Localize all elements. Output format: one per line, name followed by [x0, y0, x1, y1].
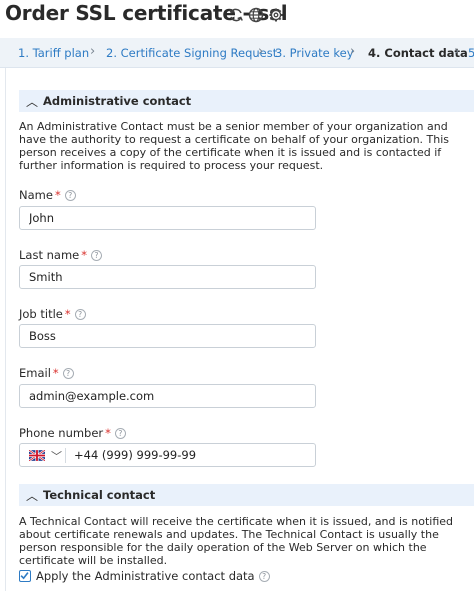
admin-contact-section-header[interactable]: ︿ Administrative contact [19, 90, 474, 112]
phone-number-value[interactable]: +44 (999) 999-99-99 [74, 448, 196, 462]
admin-contact-heading: Administrative contact [43, 94, 192, 108]
page-title: Order SSL certificate - ssl [5, 1, 288, 25]
step-contact-data[interactable]: 4. Contact data [368, 46, 468, 60]
tech-contact-section-header[interactable]: ︿ Technical contact [19, 484, 474, 506]
email-label: Email *? [19, 366, 74, 380]
name-field[interactable] [19, 206, 316, 230]
help-icon[interactable]: ? [64, 190, 76, 201]
step-next[interactable]: 5 [468, 46, 474, 60]
help-icon[interactable]: ? [90, 250, 102, 261]
gear-icon[interactable] [268, 7, 284, 23]
chevron-up-icon: ︿ [26, 489, 39, 503]
help-icon[interactable]: ? [74, 309, 86, 320]
help-icon[interactable]: ? [62, 368, 74, 379]
uk-flag-icon[interactable] [29, 450, 45, 461]
admin-contact-description: An Administrative Contact must be a seni… [19, 120, 450, 172]
steps-navigation: 1. Tariff plan › 2. Certificate Signing … [0, 38, 474, 68]
tech-contact-description: A Technical Contact will receive the cer… [19, 515, 454, 567]
help-icon[interactable]: ? [114, 428, 126, 439]
chevron-right-icon: › [90, 44, 96, 59]
last-name-field[interactable] [19, 265, 316, 289]
job-title-field[interactable] [19, 324, 316, 348]
job-title-label: Job title *? [19, 307, 86, 321]
chevron-right-icon: › [350, 44, 356, 59]
globe-icon[interactable] [248, 7, 264, 23]
phone-field[interactable]: ﹀ +44 (999) 999-99-99 [19, 443, 316, 467]
phone-label: Phone number *? [19, 426, 126, 440]
help-icon[interactable]: ? [258, 571, 270, 582]
step-tariff-plan[interactable]: 1. Tariff plan [18, 46, 89, 60]
tech-contact-heading: Technical contact [43, 488, 156, 502]
chevron-down-icon[interactable]: ﹀ [51, 448, 62, 464]
step-private-key[interactable]: 3. Private key [275, 46, 354, 60]
email-field[interactable] [19, 384, 316, 408]
step-csr[interactable]: 2. Certificate Signing Request [106, 46, 277, 60]
name-label: Name *? [19, 188, 76, 202]
chevron-right-icon: › [454, 44, 460, 59]
chevron-right-icon: › [258, 44, 264, 59]
chevron-up-icon: ︿ [26, 95, 39, 109]
refresh-icon[interactable] [228, 7, 244, 23]
last-name-label: Last name *? [19, 248, 102, 262]
page-header: Order SSL certificate - ssl [0, 0, 474, 34]
apply-admin-data-checkbox[interactable] [19, 570, 31, 582]
divider [65, 448, 66, 463]
apply-admin-data-label[interactable]: Apply the Administrative contact data? [36, 569, 270, 583]
